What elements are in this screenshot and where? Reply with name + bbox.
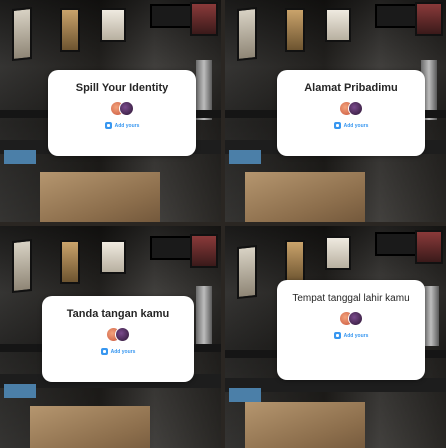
background-poster	[12, 6, 32, 62]
avatar	[348, 311, 363, 326]
background-lamp	[196, 286, 212, 346]
background-poster	[60, 240, 80, 284]
sticker-prompt: Tempat tanggal lahir kamu	[292, 293, 410, 304]
background-poster	[190, 234, 218, 268]
add-yours-sticker[interactable]: Tanda tangan kamu Add yours	[42, 296, 194, 382]
story-grid: Spill Your Identity Add yours Alamat Pri…	[0, 0, 446, 448]
background-poster	[237, 244, 257, 300]
add-yours-button[interactable]: Add yours	[333, 122, 369, 129]
background-box	[4, 150, 36, 164]
avatar	[115, 327, 130, 342]
avatar-stack-icon	[110, 101, 134, 116]
avatar-stack-icon	[339, 101, 363, 116]
story-panel-2: Alamat Pribadimu Add yours	[225, 0, 446, 222]
background-poster	[100, 8, 126, 42]
background-cabinet	[245, 172, 365, 222]
add-yours-icon	[333, 122, 341, 129]
add-yours-label: Add yours	[110, 348, 136, 355]
story-panel-3: Tanda tangan kamu Add yours	[0, 226, 221, 448]
background-poster	[325, 236, 351, 270]
add-yours-sticker[interactable]: Spill Your Identity Add yours	[48, 70, 196, 156]
background-poster	[415, 2, 443, 36]
background-lamp	[423, 286, 439, 346]
background-poster	[285, 8, 305, 52]
add-yours-icon	[100, 348, 108, 355]
add-yours-label: Add yours	[343, 122, 369, 129]
background-cabinet	[245, 402, 365, 448]
add-yours-button[interactable]: Add yours	[104, 122, 140, 129]
background-poster	[285, 240, 305, 284]
background-poster	[190, 2, 218, 36]
background-cabinet	[40, 172, 160, 222]
background-poster	[237, 6, 257, 62]
add-yours-button[interactable]: Add yours	[100, 348, 136, 355]
sticker-prompt: Tanda tangan kamu	[66, 308, 170, 320]
background-box	[229, 388, 261, 402]
sticker-prompt: Alamat Pribadimu	[304, 82, 398, 94]
add-yours-sticker[interactable]: Alamat Pribadimu Add yours	[277, 70, 425, 156]
background-box	[229, 150, 261, 164]
background-poster	[415, 230, 443, 264]
avatar-stack-icon	[106, 327, 130, 342]
background-box	[4, 384, 36, 398]
background-poster	[325, 8, 351, 42]
add-yours-icon	[104, 122, 112, 129]
story-panel-1: Spill Your Identity Add yours	[0, 0, 221, 222]
avatar	[348, 101, 363, 116]
background-poster	[100, 240, 126, 274]
story-panel-4: Tempat tanggal lahir kamu Add yours	[225, 226, 446, 448]
avatar-stack-icon	[339, 311, 363, 326]
background-poster	[12, 238, 32, 294]
add-yours-label: Add yours	[114, 122, 140, 129]
background-cabinet	[30, 406, 150, 448]
avatar	[119, 101, 134, 116]
sticker-prompt: Spill Your Identity	[75, 82, 169, 94]
add-yours-label: Add yours	[343, 332, 369, 339]
add-yours-icon	[333, 332, 341, 339]
add-yours-button[interactable]: Add yours	[333, 332, 369, 339]
add-yours-sticker[interactable]: Tempat tanggal lahir kamu Add yours	[277, 280, 425, 380]
background-poster	[60, 8, 80, 52]
